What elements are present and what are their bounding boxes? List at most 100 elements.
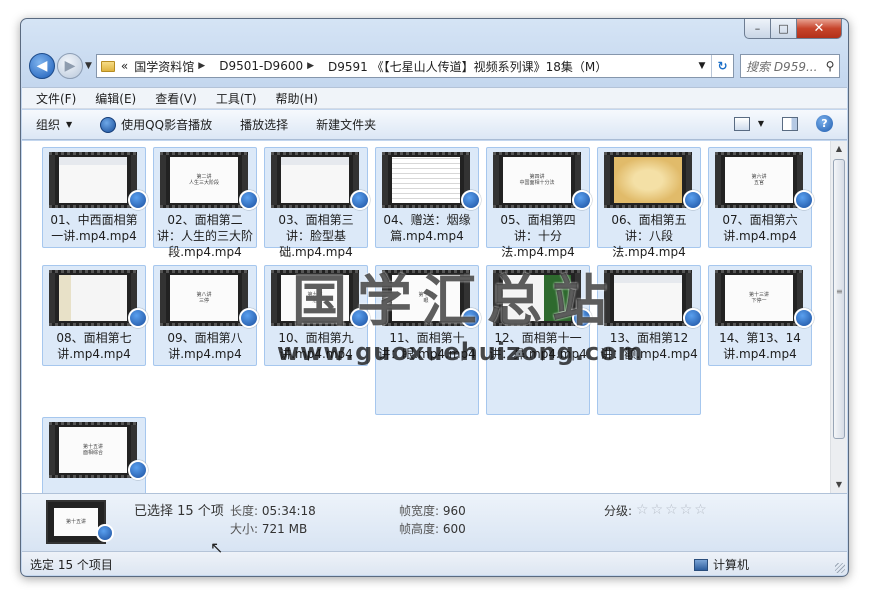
star-icon[interactable]: ☆	[694, 502, 707, 518]
size-label: 大小:	[230, 522, 259, 536]
file-item[interactable]: 第四讲 中国面相十分法 05、面相第四讲：十分法.mp4.mp4	[486, 147, 592, 259]
file-item[interactable]: 第十五讲 面相综合	[42, 417, 148, 493]
size-field: 大小: 721 MB	[230, 520, 307, 537]
file-name: 04、赠送：烟缘篇.mp4.mp4	[383, 213, 471, 243]
vertical-scrollbar[interactable]: ▲ ≡ ▼	[830, 141, 847, 493]
change-view-icon[interactable]	[733, 116, 750, 131]
video-play-icon	[794, 190, 814, 210]
thumbnail-slide: 第四讲 中国面相十分法	[503, 157, 571, 203]
thumbnail-slide: 第十五讲	[54, 508, 98, 536]
status-selection: 选定 15 个项目	[30, 558, 113, 572]
breadcrumb-label: D9591 《【七星山人传道】视频系列课》18集（M）	[328, 59, 608, 74]
file-item[interactable]: 01、中西面相第一讲.mp4.mp4	[42, 147, 148, 248]
recent-pages-dropdown[interactable]: ▼	[85, 61, 92, 71]
file-item[interactable]: 第八讲 三停 09、面相第八讲.mp4.mp4	[153, 265, 259, 366]
menu-file[interactable]: 文件(F)	[36, 90, 76, 107]
close-button[interactable]: ✕	[797, 19, 842, 39]
thumbnail-slide	[59, 275, 127, 321]
view-dropdown[interactable]: ▼	[758, 119, 764, 128]
organize-button[interactable]: 组织 ▼	[36, 116, 72, 133]
star-icon[interactable]: ☆	[651, 502, 664, 518]
video-thumbnail	[271, 152, 359, 208]
video-play-icon	[128, 308, 148, 328]
size-value: 721 MB	[261, 522, 308, 536]
scroll-thumb[interactable]: ≡	[833, 159, 845, 439]
minimize-button[interactable]: –	[744, 19, 771, 39]
file-name: 06、面相第五讲：八段法.mp4.mp4	[611, 213, 687, 259]
star-icon[interactable]: ☆	[665, 502, 678, 518]
video-thumbnail	[382, 152, 470, 208]
video-thumbnail: 第十三讲 下停一	[715, 270, 803, 326]
search-placeholder: 搜索 D959...	[746, 59, 818, 74]
new-folder-button[interactable]: 新建文件夹	[316, 116, 376, 133]
file-item[interactable]: 03、面相第三讲：脸型基础.mp4.mp4	[264, 147, 370, 259]
menu-edit[interactable]: 编辑(E)	[95, 90, 136, 107]
menu-tools[interactable]: 工具(T)	[216, 90, 257, 107]
organize-label: 组织	[36, 118, 61, 132]
address-bar[interactable]: « 国学资料馆 ▶ D9501-D9600 ▶ D9591 《【七星山人传道】视频系…	[95, 54, 734, 78]
star-icon[interactable]: ☆	[680, 502, 693, 518]
breadcrumb-item[interactable]: D9501-D9600 ▶	[219, 59, 322, 73]
scroll-down-button[interactable]: ▼	[831, 477, 847, 493]
breadcrumb-item[interactable]: D9591 《【七星山人传道】视频系列课》18集（M）	[328, 58, 607, 75]
breadcrumb-overflow[interactable]: «	[121, 59, 128, 73]
play-selection-button[interactable]: 播放选择	[240, 116, 288, 133]
status-bar: 选定 15 个项目 计算机	[22, 551, 847, 575]
file-item[interactable]: 第十三讲 下停一 14、第13、14讲.mp4.mp4	[708, 265, 814, 366]
computer-icon	[694, 558, 708, 571]
breadcrumb-label: D9501-D9600	[219, 59, 304, 73]
file-item[interactable]: 第二讲 人生三大阶段 02、面相第二讲：人生的三大阶段.mp4.mp4	[153, 147, 259, 259]
back-button[interactable]: ◀	[29, 53, 55, 79]
thumbnail-slide	[59, 157, 127, 203]
video-play-icon	[683, 308, 703, 328]
file-item[interactable]: 第六讲 五官 07、面相第六讲.mp4.mp4	[708, 147, 814, 248]
thumbnail-slide: 第六讲 五官	[725, 157, 793, 203]
video-thumbnail	[604, 270, 692, 326]
length-label: 长度:	[230, 504, 259, 518]
mouse-cursor-icon: ↖	[210, 538, 224, 557]
file-item[interactable]: 04、赠送：烟缘篇.mp4.mp4	[375, 147, 481, 248]
video-thumbnail: 第十五讲 面相综合	[49, 422, 137, 478]
help-icon[interactable]: ?	[816, 115, 833, 132]
chevron-right-icon[interactable]: ▶	[198, 61, 205, 71]
maximize-button[interactable]: □	[771, 19, 797, 39]
status-zone: 计算机	[694, 556, 749, 573]
file-name: 09、面相第八讲.mp4.mp4	[167, 331, 243, 361]
video-play-icon	[683, 190, 703, 210]
rating-stars[interactable]: ☆ ☆ ☆ ☆ ☆	[636, 502, 709, 518]
status-computer-label: 计算机	[713, 558, 750, 572]
scroll-up-button[interactable]: ▲	[831, 141, 847, 157]
forward-button[interactable]: ▶	[57, 53, 83, 79]
file-view: 01、中西面相第一讲.mp4.mp4 第二讲 人生三大阶段 02、面相第二讲：人生的…	[22, 141, 847, 493]
thumbnail-slide: 第二讲 人生三大阶段	[170, 157, 238, 203]
search-icon[interactable]: ⚲	[821, 59, 839, 73]
selected-count: 已选择 15 个项	[134, 504, 224, 519]
play-with-qq-button[interactable]: 使用QQ影音播放	[100, 116, 212, 133]
new-folder-label: 新建文件夹	[316, 118, 377, 132]
preview-pane-icon[interactable]	[782, 116, 798, 131]
thumbnail-slide	[614, 157, 682, 203]
refresh-button[interactable]: ↻	[711, 55, 733, 77]
details-pane: 第十五讲 已选择 15 个项 长度: 05:34:18 大小: 721 MB 帧…	[22, 493, 847, 551]
frame-width-label: 帧宽度:	[399, 504, 440, 518]
frame-height-value: 600	[442, 522, 466, 536]
frame-width-value: 960	[442, 504, 466, 518]
address-dropdown[interactable]: ▼	[693, 61, 711, 71]
chevron-right-icon[interactable]: ▶	[307, 61, 314, 71]
file-name: 02、面相第二讲：人生的三大阶段.mp4.mp4	[156, 213, 253, 259]
refresh-icon: ↻	[717, 59, 728, 73]
resize-grip[interactable]	[835, 563, 845, 573]
video-play-icon	[239, 190, 259, 210]
file-item[interactable]: 08、面相第七讲.mp4.mp4	[42, 265, 148, 366]
video-thumbnail: 第四讲 中国面相十分法	[493, 152, 581, 208]
file-item[interactable]: 06、面相第五讲：八段法.mp4.mp4	[597, 147, 703, 259]
menu-view[interactable]: 查看(V)	[155, 90, 197, 107]
qq-player-icon	[100, 116, 117, 133]
caption-buttons: – □ ✕	[744, 19, 842, 39]
search-box[interactable]: 搜索 D959... ⚲	[740, 54, 840, 78]
breadcrumb-item[interactable]: 国学资料馆 ▶	[134, 58, 213, 75]
arrow-left-icon: ◀	[36, 58, 48, 74]
length-field: 长度: 05:34:18	[230, 502, 316, 519]
menu-help[interactable]: 帮助(H)	[276, 90, 318, 107]
star-icon[interactable]: ☆	[636, 502, 649, 518]
